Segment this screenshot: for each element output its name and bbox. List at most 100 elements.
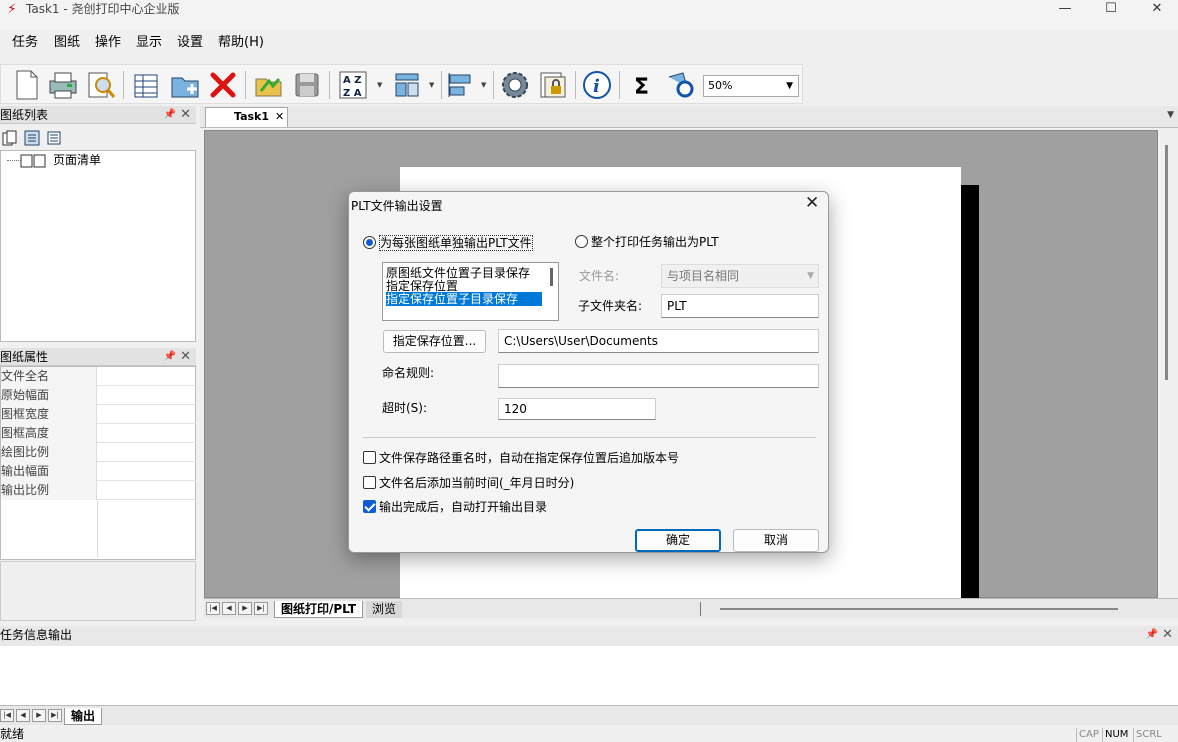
menu-help[interactable]: 帮助(H) [218,35,264,51]
dialog-close-icon[interactable]: ✕ [805,193,819,213]
menu-operation[interactable]: 操作 [95,35,121,51]
checkbox-open-folder-label[interactable]: 输出完成后，自动打开输出目录 [379,500,547,514]
window-title: Task1 - 尧创打印中心企业版 [26,2,180,16]
plt-output-dialog: PLT文件输出设置 ✕ 为每张图纸单独输出PLT文件 整个打印任务输出为PLT … [348,191,829,553]
menu-display[interactable]: 显示 [136,35,162,51]
tab-list-dropdown-icon[interactable]: ▼ [1167,110,1174,120]
checkbox-open-folder[interactable] [363,500,376,513]
zoom-select[interactable]: 50% ▼ [703,75,799,97]
list-item-selected[interactable]: 指定保存位置子目录保存 [386,292,542,306]
list-view-icon[interactable] [46,130,62,146]
align-dropdown-icon[interactable]: ▼ [481,81,486,89]
minimize-button[interactable]: — [1042,0,1088,20]
timeout-input[interactable]: 120 [498,398,656,420]
radio-whole-task[interactable] [575,235,588,248]
page-list-icon [20,154,46,168]
close-panel-icon[interactable]: ✕ [180,106,191,124]
tab-output[interactable]: 输出 [64,708,103,725]
ok-button[interactable]: 确定 [635,529,721,552]
pin-icon[interactable]: 📌 [1146,626,1158,644]
first-page-icon[interactable]: |◀ [206,602,220,615]
close-tab-icon[interactable]: ✕ [275,108,284,126]
cancel-button[interactable]: 取消 [733,529,819,552]
prop-row[interactable]: 图框高度 [1,424,197,443]
new-task-icon[interactable] [11,69,43,101]
tree-item-page-list[interactable]: 页面清单 [53,153,101,167]
checkbox-append-time-label[interactable]: 文件名后添加当前时间(_年月日时分) [379,476,574,490]
save-mode-listbox[interactable]: 原图纸文件位置子目录保存 指定保存位置 指定保存位置子目录保存 [382,262,559,321]
next-page-icon[interactable]: ▶ [238,602,252,615]
info-icon[interactable]: i [581,69,613,101]
last-page-icon[interactable]: ▶| [48,709,62,722]
svg-text:Σ: Σ [634,75,649,100]
first-page-icon[interactable]: |◀ [0,709,14,722]
prop-row[interactable]: 图框宽度 [1,405,197,424]
gear-icon[interactable] [499,69,531,101]
prop-key: 输出比例 [1,481,97,500]
prop-row[interactable]: 绘图比例 [1,443,197,462]
layout-dropdown-icon[interactable]: ▼ [429,81,434,89]
listbox-scrollbar[interactable] [550,268,553,286]
tab-browse[interactable]: 浏览 [366,601,403,618]
menu-task[interactable]: 任务 [12,35,38,51]
list-item[interactable]: 原图纸文件位置子目录保存 [386,266,542,280]
prop-key: 图框高度 [1,424,97,443]
add-drawings-icon[interactable] [131,69,163,101]
prop-key: 原始幅面 [1,386,97,405]
tab-task1[interactable]: Task1 ✕ [205,107,288,127]
maximize-button[interactable]: ☐ [1088,0,1134,20]
subfolder-label: 子文件夹名: [578,299,643,313]
prev-page-icon[interactable]: ◀ [16,709,30,722]
close-window-button[interactable]: ✕ [1134,0,1178,20]
radio-each-drawing-label[interactable]: 为每张图纸单独输出PLT文件 [379,235,533,251]
prev-page-icon[interactable]: ◀ [222,602,236,615]
naming-rule-label: 命名规则: [382,366,435,380]
close-panel-icon[interactable]: ✕ [180,348,191,366]
list-item[interactable]: 指定保存位置 [386,279,542,293]
pin-icon[interactable]: 📌 [164,348,176,366]
radio-each-drawing[interactable] [363,236,376,249]
pages-icon[interactable] [2,130,18,146]
next-page-icon[interactable]: ▶ [32,709,46,722]
checkbox-append-version[interactable] [363,451,376,464]
menu-settings[interactable]: 设置 [177,35,203,51]
naming-rule-input[interactable] [498,364,819,388]
tab-task1-label: Task1 [234,110,270,123]
printer-icon[interactable] [47,69,79,101]
zoom-icon[interactable] [665,69,697,101]
add-folder-icon[interactable] [169,69,201,101]
detail-view-icon[interactable] [24,130,40,146]
prop-row[interactable]: 原始幅面 [1,386,197,405]
prop-row[interactable]: 输出幅面 [1,462,197,481]
sum-icon[interactable]: Σ [627,69,659,101]
status-text: 就绪 [0,727,25,741]
vertical-scroll-thumb[interactable] [1165,145,1168,380]
sort-az-icon[interactable]: A Z Z A [337,69,369,101]
save-icon[interactable] [291,69,323,101]
save-path-input[interactable]: C:\Users\User\Documents [498,329,819,353]
output-tab-strip: |◀ ◀ ▶ ▶| 输出 [0,705,1178,725]
tab-print-plt[interactable]: 图纸打印/PLT [274,601,364,618]
open-folder-icon[interactable] [253,69,285,101]
chevron-down-icon: ▼ [786,81,793,91]
prop-row[interactable]: 输出比例 [1,481,197,500]
sort-dropdown-icon[interactable]: ▼ [377,81,382,89]
checkbox-append-version-label[interactable]: 文件保存路径重名时，自动在指定保存位置后追加版本号 [379,451,679,465]
subfolder-input[interactable]: PLT [661,294,819,318]
delete-icon[interactable] [207,69,239,101]
checkbox-append-time[interactable] [363,476,376,489]
last-page-icon[interactable]: ▶| [254,602,268,615]
vertical-scrollbar[interactable] [1158,130,1178,598]
save-location-button[interactable]: 指定保存位置... [383,330,486,353]
pin-icon[interactable]: 📌 [164,106,176,124]
layout-icon[interactable] [391,69,423,101]
align-icon[interactable] [445,69,477,101]
security-icon[interactable] [537,69,569,101]
print-preview-icon[interactable] [85,69,117,101]
close-panel-icon[interactable]: ✕ [1162,626,1173,644]
horizontal-scrollbar[interactable] [720,608,1118,610]
menu-drawing[interactable]: 图纸 [54,35,80,51]
radio-whole-task-label[interactable]: 整个打印任务输出为PLT [591,235,719,249]
prop-row[interactable]: 文件全名 [1,367,197,386]
filename-value: 与项目名相同 [667,269,740,283]
